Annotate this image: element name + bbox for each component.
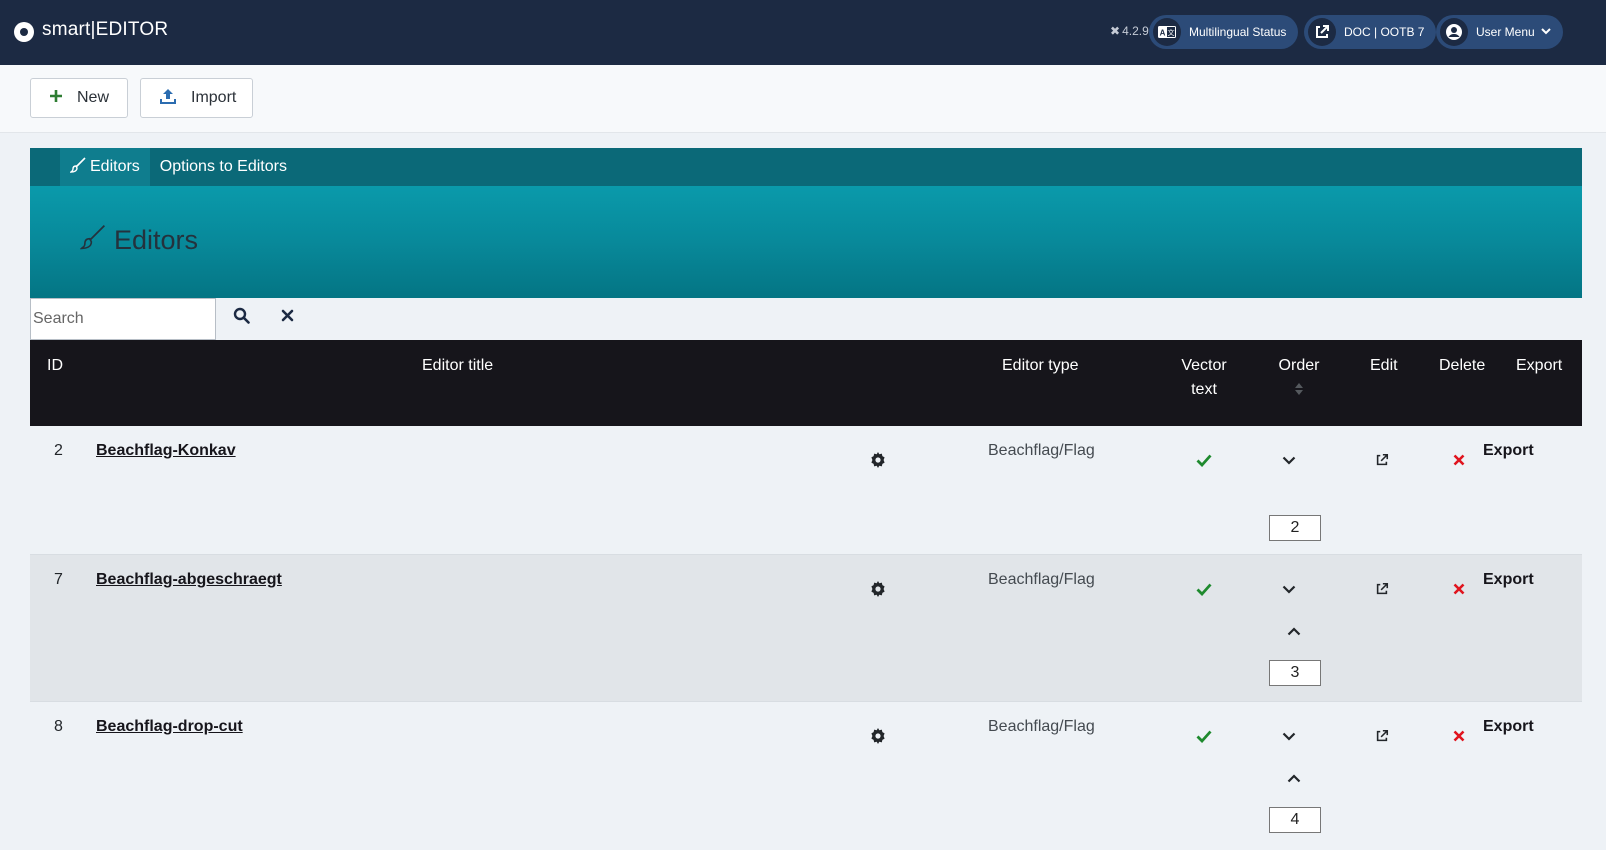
close-icon [281,309,294,327]
doc-link-button[interactable]: DOC | OOTB 7 [1304,15,1437,49]
col-header-vector-line2: text [1191,381,1217,398]
editor-type: Beachflag/Flag [988,718,1095,735]
joomla-icon: ✖ [1110,24,1121,38]
new-button[interactable]: New [30,78,128,118]
tab-editors[interactable]: Editors [60,148,150,186]
page-title-text: Editors [114,225,199,255]
language-icon: A文 [1153,18,1181,46]
version-number: 4.2.9 [1122,24,1149,38]
search-icon [233,307,250,329]
col-header-id[interactable]: ID [47,354,63,378]
chevron-down-icon [1540,26,1551,38]
user-menu-label: User Menu [1476,25,1535,39]
col-header-order[interactable]: Order [1274,354,1324,404]
move-up-chevron-icon[interactable] [1284,768,1304,788]
export-link[interactable]: Export [1483,442,1534,460]
edit-external-icon[interactable] [1372,450,1392,470]
col-header-vector-text[interactable]: Vector text [1179,354,1229,402]
editor-type: Beachflag/Flag [988,571,1095,588]
row-id: 7 [54,571,63,588]
upload-icon [159,87,177,110]
brush-icon [79,224,114,257]
delete-icon[interactable] [1449,579,1469,599]
export-link[interactable]: Export [1483,718,1534,736]
multilingual-status-button[interactable]: A文 Multilingual Status [1149,15,1299,49]
page-title: Editors [79,224,199,257]
import-button-label: Import [191,89,237,106]
search-input[interactable] [30,298,216,340]
sort-icon[interactable] [1274,380,1324,404]
delete-icon[interactable] [1449,450,1469,470]
tab-editors-label: Editors [90,158,140,175]
row-id: 2 [54,442,63,459]
top-header: smart|EDITOR ✖ 4.2.9 A文 Multilingual Stat… [0,0,1606,65]
editor-tabs: Editors Options to Editors [30,148,1582,186]
check-icon [1194,726,1214,746]
check-icon [1194,450,1214,470]
table-row: 8 Beachflag-drop-cut Beachflag/Flag 4 Ex… [30,702,1582,850]
version-info: ✖ 4.2.9 [1110,24,1149,38]
editor-title-link[interactable]: Beachflag-Konkav [96,442,236,460]
multilingual-status-label: Multilingual Status [1189,25,1287,39]
clear-search-button[interactable] [275,306,299,330]
user-icon [1440,18,1468,46]
editor-title-link[interactable]: Beachflag-abgeschraegt [96,571,282,589]
import-button[interactable]: Import [140,78,253,118]
check-icon [1194,579,1214,599]
doc-link-label: DOC | OOTB 7 [1344,25,1425,39]
col-header-type[interactable]: Editor type [1002,354,1078,378]
toolbar: New Import [0,65,1606,133]
brush-icon [69,156,90,178]
joomla-logo-icon[interactable] [14,22,34,42]
row-id: 8 [54,718,63,735]
move-up-chevron-icon[interactable] [1284,621,1304,641]
plus-icon [49,89,63,108]
move-down-chevron-icon[interactable] [1279,450,1299,470]
col-header-title[interactable]: Editor title [422,354,493,378]
col-header-vector-line1: Vector [1181,357,1227,374]
col-header-export: Export [1516,357,1563,374]
site-brand[interactable]: smart|EDITOR [42,19,168,41]
col-header-order-label: Order [1278,357,1320,374]
order-input[interactable]: 4 [1269,807,1321,833]
col-header-edit: Edit [1370,357,1398,374]
order-input[interactable]: 2 [1269,515,1321,541]
editor-title-link[interactable]: Beachflag-drop-cut [96,718,243,736]
svg-text:文: 文 [1168,28,1175,37]
search-button[interactable] [229,306,253,330]
edit-external-icon[interactable] [1372,726,1392,746]
editor-type: Beachflag/Flag [988,442,1095,459]
export-link[interactable]: Export [1483,571,1534,589]
user-menu-button[interactable]: User Menu [1436,15,1563,49]
move-down-chevron-icon[interactable] [1279,726,1299,746]
page-banner: Editors [30,186,1582,298]
move-down-chevron-icon[interactable] [1279,579,1299,599]
table-header: ID Editor title Editor type Vector text … [30,340,1582,426]
tab-options-to-editors[interactable]: Options to Editors [150,148,297,186]
gear-icon[interactable] [868,579,888,599]
new-button-label: New [77,89,110,106]
gear-icon[interactable] [868,450,888,470]
external-link-icon [1308,18,1336,46]
gear-icon[interactable] [868,726,888,746]
delete-icon[interactable] [1449,726,1469,746]
table-row: 2 Beachflag-Konkav Beachflag/Flag 2 Expo… [30,426,1582,555]
edit-external-icon[interactable] [1372,579,1392,599]
table-row: 7 Beachflag-abgeschraegt Beachflag/Flag … [30,555,1582,702]
order-input[interactable]: 3 [1269,660,1321,686]
svg-text:A: A [1160,29,1166,38]
tab-options-label: Options to Editors [159,158,287,175]
col-header-delete: Delete [1439,357,1486,374]
